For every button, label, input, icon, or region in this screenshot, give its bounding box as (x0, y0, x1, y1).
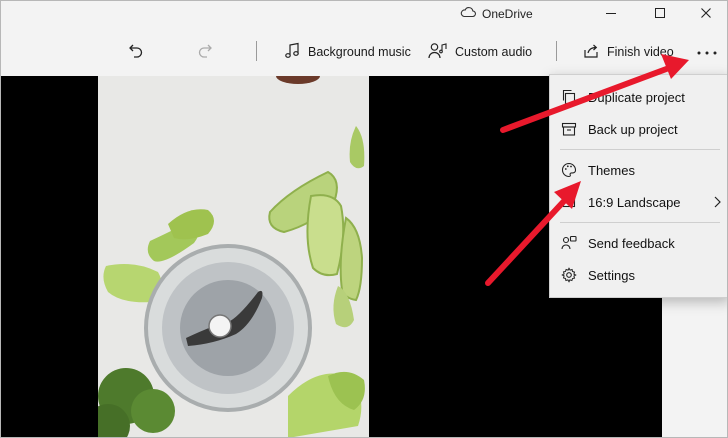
archive-icon (550, 121, 588, 137)
title-bar: OneDrive (1, 1, 727, 31)
menu-item-label: 16:9 Landscape (588, 194, 681, 210)
menu-separator (560, 149, 720, 150)
menu-item-send-feedback[interactable]: Send feedback (550, 228, 727, 258)
more-icon (696, 45, 718, 59)
toolbar-separator (256, 41, 257, 61)
onedrive-status[interactable]: OneDrive (460, 6, 533, 21)
menu-item-themes[interactable]: Themes (550, 155, 727, 185)
menu-item-duplicate-project[interactable]: Duplicate project (550, 82, 727, 112)
menu-item-label: Settings (588, 267, 635, 283)
close-button[interactable] (683, 1, 727, 29)
maximize-button[interactable] (637, 1, 683, 29)
custom-audio-label: Custom audio (455, 45, 533, 59)
gear-icon (550, 267, 588, 283)
finish-video-button[interactable]: Finish video (582, 37, 674, 67)
menu-item-label: Themes (588, 162, 635, 178)
more-options-button[interactable] (693, 37, 721, 67)
duplicate-icon (550, 89, 588, 105)
maximize-icon (654, 6, 666, 24)
redo-button[interactable] (196, 37, 214, 67)
more-options-menu: Duplicate project Back up project Themes… (549, 74, 727, 298)
minimize-icon (605, 6, 617, 24)
background-music-button[interactable]: Background music (283, 37, 411, 67)
cloud-icon (460, 6, 476, 21)
menu-separator (560, 222, 720, 223)
feedback-icon (550, 235, 588, 251)
redo-icon (196, 42, 214, 63)
undo-icon (127, 42, 145, 63)
music-note-icon (283, 42, 301, 63)
menu-item-label: Back up project (588, 121, 678, 137)
menu-item-aspect-ratio[interactable]: 16:9 Landscape (550, 187, 727, 217)
menu-item-back-up-project[interactable]: Back up project (550, 114, 727, 144)
menu-item-label: Send feedback (588, 235, 675, 251)
menu-item-label: Duplicate project (588, 89, 685, 105)
palette-icon (550, 162, 588, 178)
custom-audio-button[interactable]: Custom audio (428, 37, 532, 67)
background-music-label: Background music (308, 45, 411, 59)
finish-video-label: Finish video (607, 45, 674, 59)
share-export-icon (582, 42, 600, 63)
custom-audio-icon (428, 42, 448, 63)
undo-button[interactable] (127, 37, 145, 67)
preview-image (98, 76, 369, 437)
chevron-right-icon (705, 196, 727, 208)
close-icon (700, 6, 712, 24)
app-window: OneDrive Background music Custom audio F… (0, 0, 728, 438)
minimize-button[interactable] (588, 1, 634, 29)
aspect-ratio-icon (550, 194, 588, 210)
menu-item-settings[interactable]: Settings (550, 260, 727, 290)
toolbar: Background music Custom audio Finish vid… (1, 31, 727, 75)
onedrive-label: OneDrive (482, 6, 533, 21)
toolbar-separator (556, 41, 557, 61)
